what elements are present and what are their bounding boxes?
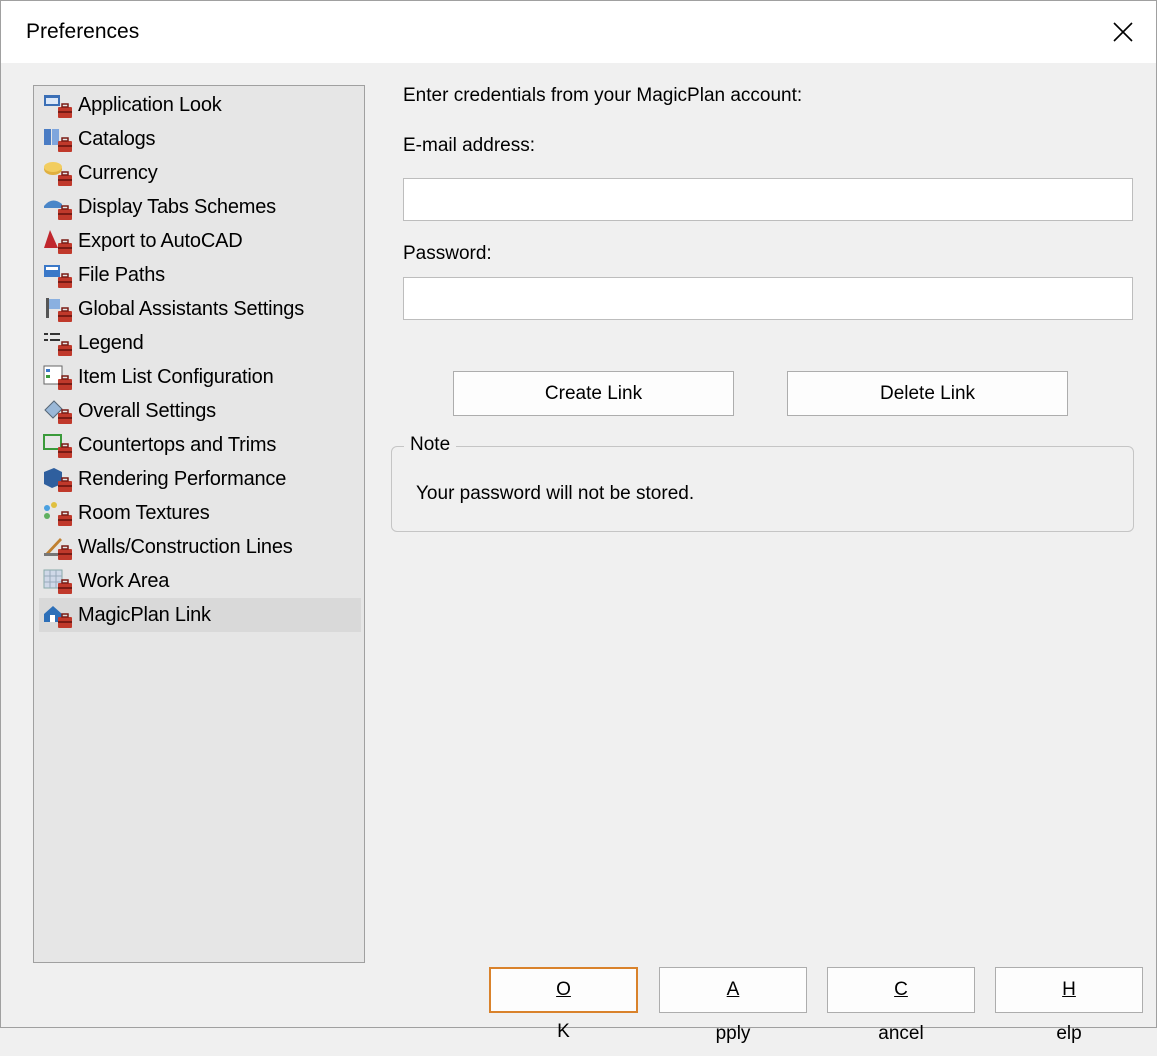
countertops-icon [42, 432, 74, 460]
tree-item-countertops-and-trims[interactable]: Countertops and Trims [39, 428, 361, 462]
tree-item-label: Currency [78, 162, 158, 184]
tree-item-label: Catalogs [78, 128, 156, 150]
currency-icon [42, 160, 74, 188]
note-legend: Note [404, 434, 457, 456]
window-title: Preferences [26, 20, 140, 43]
application-look-icon [42, 92, 74, 120]
tree-item-rendering-performance[interactable]: Rendering Performance [39, 462, 361, 496]
display-tabs-icon [42, 194, 74, 222]
create-link-button[interactable]: Create Link [453, 371, 734, 416]
password-label: Password: [403, 243, 492, 264]
tree-item-work-area[interactable]: Work Area [39, 564, 361, 598]
room-textures-icon [42, 500, 74, 528]
overall-settings-icon [42, 398, 74, 426]
autocad-icon [42, 228, 74, 256]
tree-item-label: Walls/Construction Lines [78, 536, 293, 558]
tree-item-label: Countertops and Trims [78, 434, 277, 456]
cancel-button[interactable]: Cancel [827, 967, 975, 1044]
help-button[interactable]: Help [995, 967, 1143, 1044]
tree-item-label: MagicPlan Link [78, 604, 211, 626]
tree-item-legend[interactable]: Legend [39, 326, 361, 360]
tree-item-global-assistants-settings[interactable]: Global Assistants Settings [39, 292, 361, 326]
tree-item-catalogs[interactable]: Catalogs [39, 122, 361, 156]
tree-item-overall-settings[interactable]: Overall Settings [39, 394, 361, 428]
tree-item-label: Global Assistants Settings [78, 298, 305, 320]
close-button[interactable] [1092, 1, 1156, 63]
tree-item-room-textures[interactable]: Room Textures [39, 496, 361, 530]
tree-item-label: Item List Configuration [78, 366, 274, 388]
tree-item-label: Room Textures [78, 502, 210, 524]
tree-item-walls-construction-lines[interactable]: Walls/Construction Lines [39, 530, 361, 564]
tree-item-label: Display Tabs Schemes [78, 196, 276, 218]
note-text: Your password will not be stored. [416, 483, 695, 504]
email-label: E-mail address: [403, 135, 535, 156]
tree-item-magicplan-link[interactable]: MagicPlan Link [39, 598, 361, 632]
tree-item-application-look[interactable]: Application Look [39, 88, 361, 122]
tree-item-label: File Paths [78, 264, 165, 286]
assistants-icon [42, 296, 74, 324]
intro-text: Enter credentials from your MagicPlan ac… [403, 85, 803, 106]
work-area-icon [42, 568, 74, 596]
tree-item-file-paths[interactable]: File Paths [39, 258, 361, 292]
preferences-tree[interactable]: Application Look Catalogs Currency Display … [33, 85, 365, 963]
tree-item-display-tabs-schemes[interactable]: Display Tabs Schemes [39, 190, 361, 224]
item-list-icon [42, 364, 74, 392]
tree-item-export-to-autocad[interactable]: Export to AutoCAD [39, 224, 361, 258]
magicplan-icon [42, 602, 74, 630]
delete-link-button[interactable]: Delete Link [787, 371, 1068, 416]
title-bar: Preferences [1, 1, 1156, 63]
catalogs-icon [42, 126, 74, 154]
legend-icon [42, 330, 74, 358]
close-icon [1113, 22, 1133, 42]
apply-button[interactable]: Apply [659, 967, 807, 1044]
file-paths-icon [42, 262, 74, 290]
walls-icon [42, 534, 74, 562]
tree-item-label: Work Area [78, 570, 170, 592]
note-group: Note Your password will not be stored. [391, 434, 1134, 532]
preferences-window: Preferences Application Look Catalogs Curr… [0, 0, 1157, 1044]
ok-button[interactable]: OK [489, 967, 638, 1042]
tree-item-item-list-configuration[interactable]: Item List Configuration [39, 360, 361, 394]
rendering-icon [42, 466, 74, 494]
tree-item-label: Export to AutoCAD [78, 230, 243, 252]
tree-item-label: Rendering Performance [78, 468, 287, 490]
tree-item-currency[interactable]: Currency [39, 156, 361, 190]
tree-item-label: Overall Settings [78, 400, 216, 422]
password-field[interactable] [403, 277, 1133, 320]
tree-item-label: Legend [78, 332, 144, 354]
email-field[interactable] [403, 178, 1133, 221]
tree-item-label: Application Look [78, 94, 222, 116]
